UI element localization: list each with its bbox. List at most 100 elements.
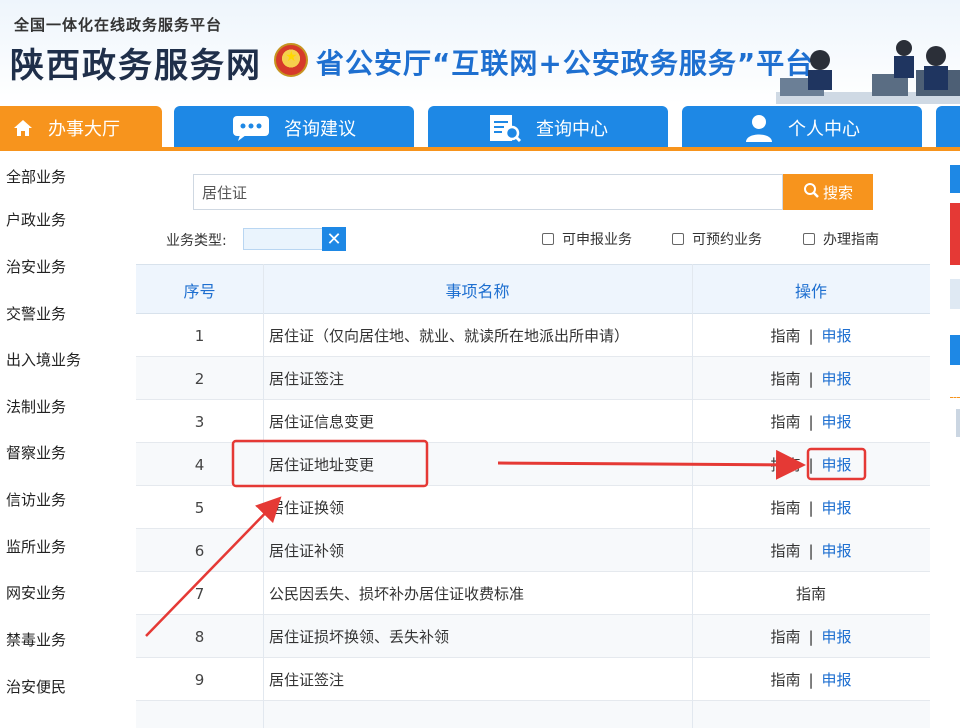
checkbox-can-apply[interactable]: 可申报业务	[542, 229, 632, 249]
tab-label: 咨询建议	[284, 119, 356, 140]
document-search-icon	[488, 113, 522, 143]
apply-link[interactable]: 申报	[822, 626, 852, 647]
table-row: 1 居住证（仅向居住地、就业、就读所在地派出所申请） 指南 | 申报	[136, 314, 930, 357]
home-icon	[12, 117, 34, 139]
checkbox-box[interactable]	[803, 233, 815, 245]
header-operation: 操作	[794, 282, 827, 301]
row-name[interactable]: 居住证地址变更	[269, 443, 374, 486]
sidebar-item-petition[interactable]: 信访业务	[6, 489, 66, 510]
apply-link[interactable]: 申报	[822, 669, 852, 690]
row-name[interactable]: 居住证补领	[269, 529, 344, 572]
tab-service-hall[interactable]: 办事大厅	[0, 106, 162, 150]
op-separator: |	[808, 627, 814, 646]
search-icon	[803, 182, 819, 202]
sidebar-item-all[interactable]: 全部业务	[6, 166, 66, 187]
table-header: 序号 事项名称 操作	[136, 264, 930, 314]
row-num: 9	[194, 670, 205, 689]
table-row: 7 公民因丢失、损坏补办居住证收费标准 指南	[136, 572, 930, 615]
row-name[interactable]: 居住证签注	[269, 357, 344, 400]
table-row: 3 居住证信息变更 指南 | 申报	[136, 400, 930, 443]
row-num: 3	[194, 412, 205, 431]
row-name[interactable]: 居住证损坏换领、丢失补领	[269, 615, 449, 658]
row-operations: 指南 | 申报	[692, 658, 930, 701]
checkbox-label: 可预约业务	[692, 232, 762, 248]
clear-icon[interactable]: ✕	[322, 227, 346, 251]
apply-link[interactable]: 申报	[822, 411, 852, 432]
row-operations: 指南 | 申报	[692, 615, 930, 658]
row-operations: 指南 | 申报	[692, 314, 930, 357]
right-panel-divider	[950, 397, 960, 398]
sidebar-item-public-security[interactable]: 治安业务	[6, 256, 66, 277]
guide-link[interactable]: 指南	[770, 669, 800, 690]
row-name[interactable]: 居住证签注	[269, 658, 344, 701]
sidebar-item-legal[interactable]: 法制业务	[6, 396, 66, 417]
row-name[interactable]: 居住证信息变更	[269, 400, 374, 443]
row-operations: 指南 | 申报	[692, 529, 930, 572]
tab-query[interactable]: 查询中心	[428, 106, 668, 150]
apply-link[interactable]: 申报	[822, 497, 852, 518]
row-name[interactable]: 居住证换领	[269, 486, 344, 529]
tab-more[interactable]	[936, 106, 960, 150]
row-operations: 指南 | 申报	[692, 400, 930, 443]
guide-link[interactable]: 指南	[770, 411, 800, 432]
row-operations: 指南 | 申报	[692, 486, 930, 529]
sidebar-item-inspection[interactable]: 督察业务	[6, 442, 66, 463]
department-title: 省公安厅“互联网+公安政务服务”平台	[316, 47, 815, 80]
guide-link[interactable]: 指南	[770, 497, 800, 518]
column-divider	[263, 264, 264, 728]
business-type-select[interactable]	[243, 228, 323, 250]
row-num: 6	[194, 541, 205, 560]
right-panel-block	[950, 335, 960, 365]
chat-icon	[232, 115, 270, 141]
apply-link[interactable]: 申报	[822, 454, 852, 475]
op-separator: |	[808, 412, 814, 431]
checkbox-box[interactable]	[672, 233, 684, 245]
sidebar-item-household[interactable]: 户政业务	[6, 209, 66, 230]
page-root: 全国一体化在线政务服务平台 陕西政务服务网 ★ 省公安厅“互联网+公安政务服务”…	[0, 0, 960, 728]
row-name[interactable]: 居住证（仅向居住地、就业、就读所在地派出所申请）	[269, 314, 629, 357]
row-num: 5	[194, 498, 205, 517]
search-button-label: 搜索	[822, 184, 853, 202]
sidebar-item-immigration[interactable]: 出入境业务	[6, 349, 81, 370]
guide-link[interactable]: 指南	[770, 325, 800, 346]
sidebar: 全部业务 户政业务 治安业务 交警业务 出入境业务 法制业务 督察业务 信访业务…	[0, 151, 122, 728]
row-operations: 指南 | 申报	[692, 357, 930, 400]
row-name[interactable]: 公民因丢失、损坏补办居住证收费标准	[269, 572, 524, 615]
checkbox-guide[interactable]: 办理指南	[803, 229, 879, 249]
right-panel-block	[950, 165, 960, 193]
guide-link[interactable]: 指南	[770, 626, 800, 647]
guide-link[interactable]: 指南	[770, 368, 800, 389]
checkbox-can-reserve[interactable]: 可预约业务	[672, 229, 762, 249]
table-row: 4 居住证地址变更 指南 | 申报	[136, 443, 930, 486]
column-divider	[692, 264, 693, 728]
header-name: 事项名称	[445, 282, 510, 301]
right-panel-block	[956, 409, 960, 437]
search-button[interactable]: 搜索	[783, 174, 873, 210]
row-num: 4	[194, 455, 205, 474]
site-title[interactable]: 陕西政务服务网	[10, 38, 262, 87]
op-separator: |	[808, 326, 814, 345]
user-icon	[744, 113, 774, 143]
platform-subtitle: 全国一体化在线政务服务平台	[14, 16, 223, 34]
sidebar-item-anti-drug[interactable]: 禁毒业务	[6, 629, 66, 650]
sidebar-item-cyber-security[interactable]: 网安业务	[6, 582, 66, 603]
search-input[interactable]	[193, 174, 783, 210]
apply-link[interactable]: 申报	[822, 540, 852, 561]
tab-consult[interactable]: 咨询建议	[174, 106, 414, 150]
nav-underline	[0, 147, 960, 151]
checkbox-box[interactable]	[542, 233, 554, 245]
apply-link[interactable]: 申报	[822, 368, 852, 389]
tab-personal-center[interactable]: 个人中心	[682, 106, 922, 150]
sidebar-item-traffic[interactable]: 交警业务	[6, 303, 66, 324]
guide-link[interactable]: 指南	[796, 583, 826, 604]
guide-link[interactable]: 指南	[770, 540, 800, 561]
table-row: 9 居住证签注 指南 | 申报	[136, 658, 930, 701]
right-panel-block	[950, 203, 960, 265]
table-row	[136, 701, 930, 728]
site-header: 全国一体化在线政务服务平台 陕西政务服务网 ★ 省公安厅“互联网+公安政务服务”…	[0, 0, 960, 104]
apply-link[interactable]: 申报	[822, 325, 852, 346]
guide-link[interactable]: 指南	[770, 454, 800, 475]
op-separator: |	[808, 541, 814, 560]
sidebar-item-public-convenience[interactable]: 治安便民	[6, 676, 66, 697]
sidebar-item-detention[interactable]: 监所业务	[6, 536, 66, 557]
